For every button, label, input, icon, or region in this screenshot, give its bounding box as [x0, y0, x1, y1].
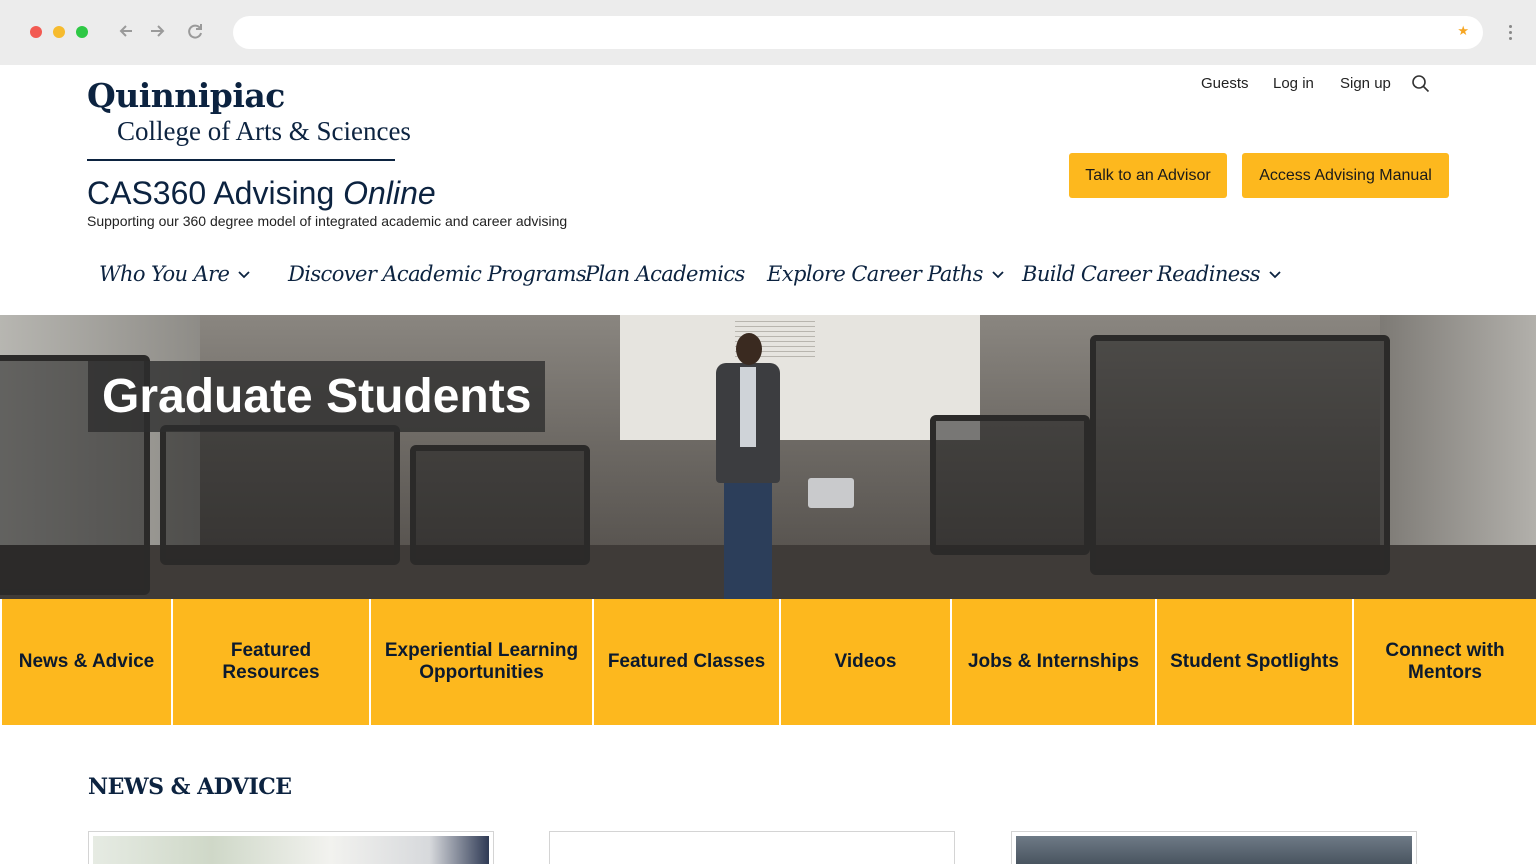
tile-experiential-learning[interactable]: Experiential Learning Opportunities [371, 599, 592, 725]
hero-photo-chair [1090, 335, 1390, 575]
nav-label: Build Career Readiness [1022, 262, 1261, 286]
nav-item-build-career-readiness[interactable]: Build Career Readiness [1022, 262, 1282, 286]
tile-connect-with-mentors[interactable]: Connect with Mentors [1354, 599, 1536, 725]
news-card-image [1016, 836, 1412, 864]
browser-chrome: ★ [0, 0, 1536, 65]
news-card[interactable] [549, 831, 955, 864]
tile-news-advice[interactable]: News & Advice [2, 599, 171, 725]
hero-photo-presenter [710, 333, 786, 599]
window-maximize-button[interactable] [76, 26, 88, 38]
arrow-left-icon[interactable] [116, 20, 138, 42]
star-icon[interactable]: ★ [1457, 24, 1469, 39]
chevron-down-icon [1269, 271, 1281, 279]
address-bar[interactable]: ★ [233, 16, 1483, 49]
logo-divider [87, 159, 395, 161]
section-tiles: News & Advice Featured Resources Experie… [0, 599, 1536, 725]
site-title[interactable]: CAS360 Advising Online [87, 175, 436, 212]
hero-photo-chair [410, 445, 590, 565]
chevron-down-icon [238, 271, 250, 279]
hero-photo-projection-screen [620, 315, 980, 440]
window-close-button[interactable] [30, 26, 42, 38]
nav-label: Plan Academics [585, 262, 745, 286]
tile-featured-classes[interactable]: Featured Classes [594, 599, 779, 725]
nav-item-discover-academic-programs[interactable]: Discover Academic Programs [288, 262, 587, 286]
login-link[interactable]: Log in [1273, 75, 1314, 92]
guests-link[interactable]: Guests [1201, 75, 1249, 92]
news-card[interactable] [88, 831, 494, 864]
search-icon[interactable] [1411, 74, 1431, 94]
site-title-main: CAS360 Advising [87, 175, 335, 211]
site-title-italic: Online [343, 175, 436, 211]
browser-menu-icon[interactable] [1500, 22, 1520, 44]
hero-title: Graduate Students [88, 361, 546, 432]
news-card[interactable] [1011, 831, 1417, 864]
signup-link[interactable]: Sign up [1340, 75, 1391, 92]
tile-student-spotlights[interactable]: Student Spotlights [1157, 599, 1352, 725]
site-tagline: Supporting our 360 degree model of integ… [87, 213, 568, 229]
nav-label: Who You Are [99, 262, 230, 286]
access-advising-manual-button[interactable]: Access Advising Manual [1242, 153, 1449, 198]
arrow-right-icon[interactable] [146, 20, 168, 42]
nav-item-plan-academics[interactable]: Plan Academics [585, 262, 745, 286]
news-section-heading: NEWS & ADVICE [88, 774, 292, 800]
window-minimize-button[interactable] [53, 26, 65, 38]
talk-to-advisor-button[interactable]: Talk to an Advisor [1069, 153, 1227, 198]
tile-jobs-internships[interactable]: Jobs & Internships [952, 599, 1155, 725]
news-card-image [93, 836, 489, 864]
nav-label: Discover Academic Programs [288, 262, 587, 286]
logo-wordmark[interactable]: Quinnipiac [87, 76, 285, 115]
main-nav: Who You Are Discover Academic Programs P… [0, 262, 1536, 296]
hero-photo-chair [930, 415, 1090, 555]
nav-item-explore-career-paths[interactable]: Explore Career Paths [767, 262, 1005, 286]
logo-college-name[interactable]: College of Arts & Sciences [117, 116, 411, 147]
hero-banner: Graduate Students [0, 315, 1536, 599]
nav-item-who-you-are[interactable]: Who You Are [99, 262, 251, 286]
tile-videos[interactable]: Videos [781, 599, 950, 725]
chevron-down-icon [992, 271, 1004, 279]
tile-featured-resources[interactable]: Featured Resources [173, 599, 369, 725]
hero-photo-laptop [808, 478, 854, 508]
nav-label: Explore Career Paths [767, 262, 983, 286]
hero-photo-chair [160, 425, 400, 565]
reload-icon[interactable] [184, 20, 206, 42]
